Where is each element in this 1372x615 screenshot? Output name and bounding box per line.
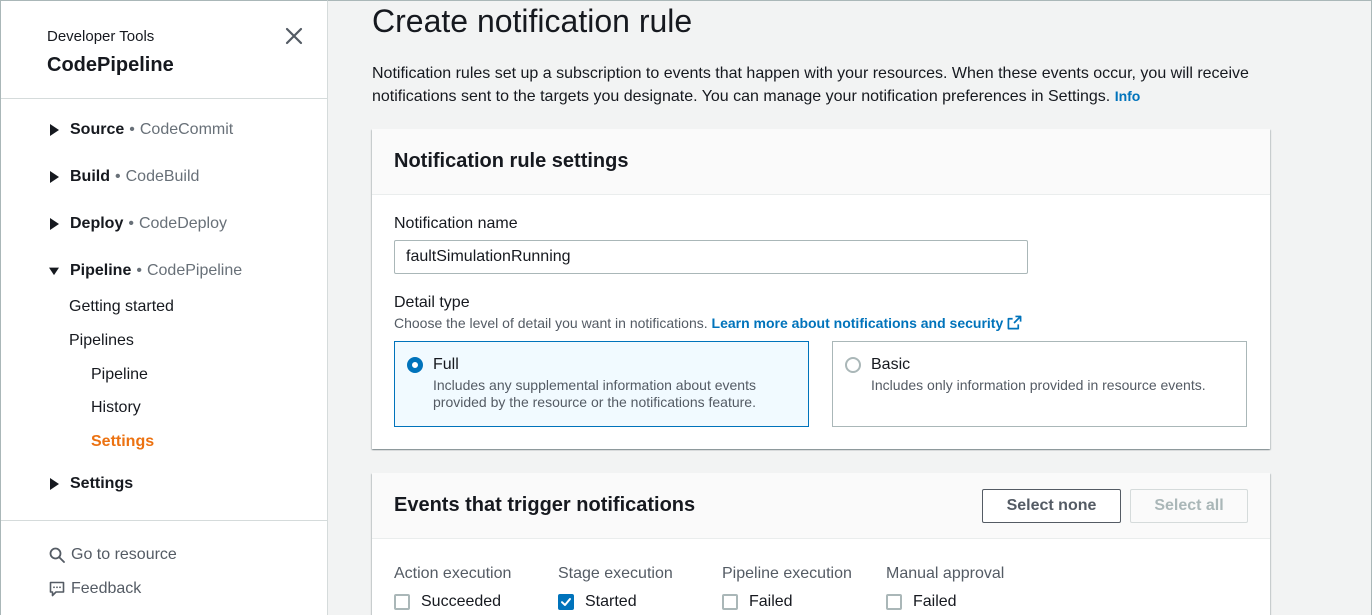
- notification-rule-settings-card: Notification rule settings Notification …: [372, 129, 1270, 449]
- section-service: CodeCommit: [139, 121, 234, 138]
- separator-dot: •: [115, 168, 121, 185]
- checkmark-icon: [561, 598, 571, 606]
- external-link-icon: [1007, 315, 1022, 330]
- main-content: Create notification rule Notification ru…: [328, 0, 1372, 615]
- card-header: Events that trigger notifications Select…: [372, 473, 1270, 539]
- feedback-label: Feedback: [71, 580, 142, 597]
- caret-right-icon: [49, 477, 61, 491]
- feedback-icon: [49, 581, 65, 597]
- radio-button-selected[interactable]: [407, 357, 423, 373]
- caret-down-icon: [49, 264, 61, 278]
- sidebar-item-history[interactable]: History: [91, 399, 141, 417]
- go-to-resource-label: Go to resource: [71, 546, 177, 563]
- checkbox-label: Failed: [913, 593, 957, 610]
- search-icon: [49, 547, 65, 563]
- detail-type-basic-option[interactable]: Basic Includes only information provided…: [832, 341, 1247, 427]
- section-label: Settings: [70, 475, 134, 492]
- sidebar-divider: [1, 520, 328, 521]
- events-card: Events that trigger notifications Select…: [372, 473, 1270, 615]
- checkbox[interactable]: [394, 594, 410, 610]
- section-label: Deploy: [70, 215, 124, 232]
- page-description: Notification rules set up a subscription…: [372, 62, 1272, 108]
- sidebar-item-getting-started[interactable]: Getting started: [69, 298, 174, 316]
- checkbox-label: Failed: [749, 593, 793, 610]
- sidebar-item-pipeline[interactable]: Pipeline: [91, 366, 148, 384]
- checkbox[interactable]: [886, 594, 902, 610]
- column-heading-manual-approval: Manual approval: [886, 565, 1005, 582]
- separator-dot: •: [129, 121, 135, 138]
- sidebar-title[interactable]: CodePipeline: [47, 54, 174, 77]
- checkbox-checked[interactable]: [558, 594, 574, 610]
- card-title: Notification rule settings: [394, 150, 629, 172]
- side-navigation: Developer Tools CodePipeline Source • Co…: [0, 0, 328, 615]
- option-description: Includes any supplemental information ab…: [433, 377, 756, 410]
- go-to-resource-link[interactable]: Go to resource: [49, 546, 177, 564]
- section-service: CodePipeline: [146, 262, 243, 279]
- sidebar-section-source[interactable]: Source • CodeCommit: [49, 121, 233, 139]
- close-icon[interactable]: [283, 25, 305, 47]
- sidebar-header: Developer Tools CodePipeline: [1, 1, 328, 99]
- section-service: CodeBuild: [125, 168, 200, 185]
- info-link[interactable]: Info: [1115, 88, 1141, 104]
- option-title: Full: [433, 356, 459, 373]
- radio-button[interactable]: [845, 357, 861, 373]
- card-header: Notification rule settings: [372, 129, 1270, 195]
- notification-name-input[interactable]: [394, 240, 1028, 274]
- checkbox[interactable]: [722, 594, 738, 610]
- checkbox-pipeline-failed[interactable]: Failed: [722, 593, 793, 611]
- section-service: CodeDeploy: [138, 215, 228, 232]
- learn-more-label: Learn more about notifications and secur…: [711, 315, 1004, 331]
- column-heading-stage-execution: Stage execution: [558, 565, 673, 582]
- select-none-button[interactable]: Select none: [982, 489, 1121, 523]
- caret-right-icon: [49, 123, 61, 137]
- separator-dot: •: [128, 215, 134, 232]
- feedback-link[interactable]: Feedback: [49, 580, 141, 598]
- detail-type-description: Choose the level of detail you want in n…: [394, 315, 1022, 331]
- option-description: Includes only information provided in re…: [871, 377, 1206, 393]
- section-label: Source: [70, 121, 125, 138]
- option-title: Basic: [871, 356, 911, 373]
- checkbox-label: Succeeded: [421, 593, 502, 610]
- sidebar-section-build[interactable]: Build • CodeBuild: [49, 168, 199, 186]
- detail-type-description-text: Choose the level of detail you want in n…: [394, 315, 708, 331]
- sidebar-section-deploy[interactable]: Deploy • CodeDeploy: [49, 215, 227, 233]
- sidebar-item-settings-active[interactable]: Settings: [91, 433, 154, 451]
- checkbox-stage-started[interactable]: Started: [558, 593, 637, 611]
- select-all-button[interactable]: Select all: [1130, 489, 1248, 523]
- checkbox-action-succeeded[interactable]: Succeeded: [394, 593, 501, 611]
- card-title: Events that trigger notifications: [394, 494, 696, 516]
- column-heading-action-execution: Action execution: [394, 565, 512, 582]
- checkbox-manual-failed[interactable]: Failed: [886, 593, 957, 611]
- learn-more-link[interactable]: Learn more about notifications and secur…: [712, 315, 1023, 331]
- sidebar-section-settings[interactable]: Settings: [49, 475, 133, 493]
- section-label: Build: [70, 168, 110, 185]
- notification-name-label: Notification name: [394, 215, 518, 232]
- column-heading-pipeline-execution: Pipeline execution: [722, 565, 852, 582]
- page-title: Create notification rule: [372, 3, 693, 39]
- detail-type-label: Detail type: [394, 294, 470, 311]
- sidebar-subtitle: Developer Tools: [47, 28, 155, 45]
- sidebar-item-pipelines[interactable]: Pipelines: [69, 332, 134, 350]
- detail-type-full-option[interactable]: Full Includes any supplemental informati…: [394, 341, 809, 427]
- separator-dot: •: [136, 262, 142, 279]
- sidebar-section-pipeline[interactable]: Pipeline • CodePipeline: [49, 262, 242, 280]
- checkbox-label: Started: [585, 593, 637, 610]
- caret-right-icon: [49, 170, 61, 184]
- caret-right-icon: [49, 217, 61, 231]
- section-label: Pipeline: [70, 262, 132, 279]
